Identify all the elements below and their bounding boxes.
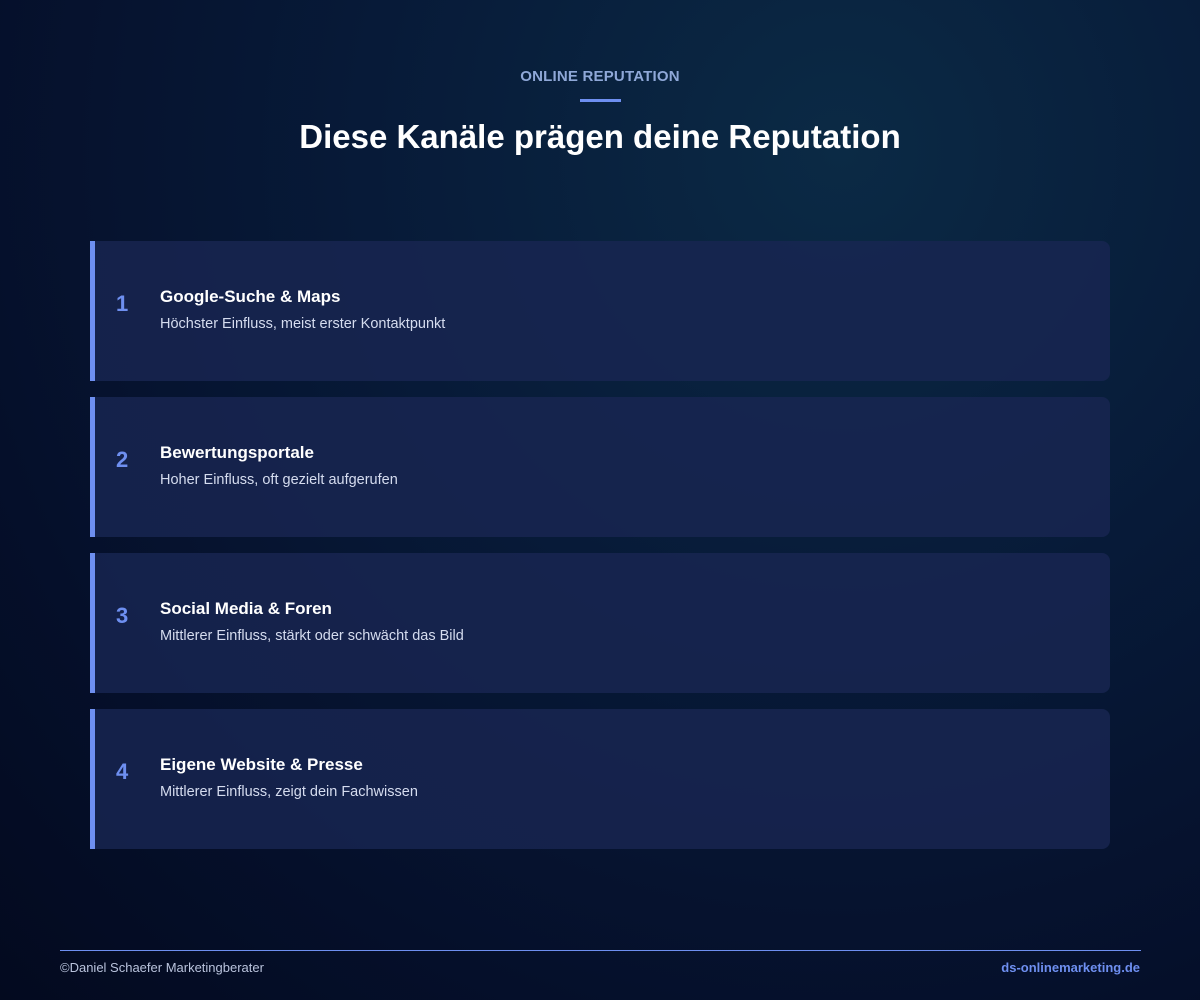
section-eyebrow: ONLINE REPUTATION	[520, 68, 680, 85]
channel-card-google: 1 Google-Suche & Maps Höchster Einfluss,…	[90, 241, 1110, 381]
page-title: Diese Kanäle prägen deine Reputation	[299, 118, 901, 155]
channel-description: Hoher Einfluss, oft gezielt aufgerufen	[160, 472, 398, 488]
channel-card-website-press: 4 Eigene Website & Presse Mittlerer Einf…	[90, 709, 1110, 849]
channel-description: Höchster Einfluss, meist erster Kontaktp…	[160, 316, 446, 332]
channel-title: Social Media & Foren	[160, 599, 332, 618]
channel-number: 2	[116, 447, 129, 472]
footer-website-link[interactable]: ds-onlinemarketing.de	[1001, 960, 1140, 975]
channel-title: Google-Suche & Maps	[160, 287, 341, 306]
channel-card-social-media: 3 Social Media & Foren Mittlerer Einflus…	[90, 553, 1110, 693]
eyebrow-divider	[580, 99, 621, 102]
channel-description: Mittlerer Einfluss, stärkt oder schwächt…	[160, 628, 464, 644]
channel-number: 3	[116, 603, 129, 628]
channel-number: 4	[116, 759, 129, 784]
channel-number: 1	[116, 291, 129, 316]
channel-card-review-portals: 2 Bewertungsportale Hoher Einfluss, oft …	[90, 397, 1110, 537]
channel-title: Eigene Website & Presse	[160, 755, 363, 774]
channel-description: Mittlerer Einfluss, zeigt dein Fachwisse…	[160, 784, 418, 800]
channel-title: Bewertungsportale	[160, 443, 314, 462]
channel-list: 1 Google-Suche & Maps Höchster Einfluss,…	[90, 241, 1110, 865]
footer-divider	[60, 950, 1141, 951]
footer-copyright: ©Daniel Schaefer Marketingberater	[60, 960, 264, 975]
